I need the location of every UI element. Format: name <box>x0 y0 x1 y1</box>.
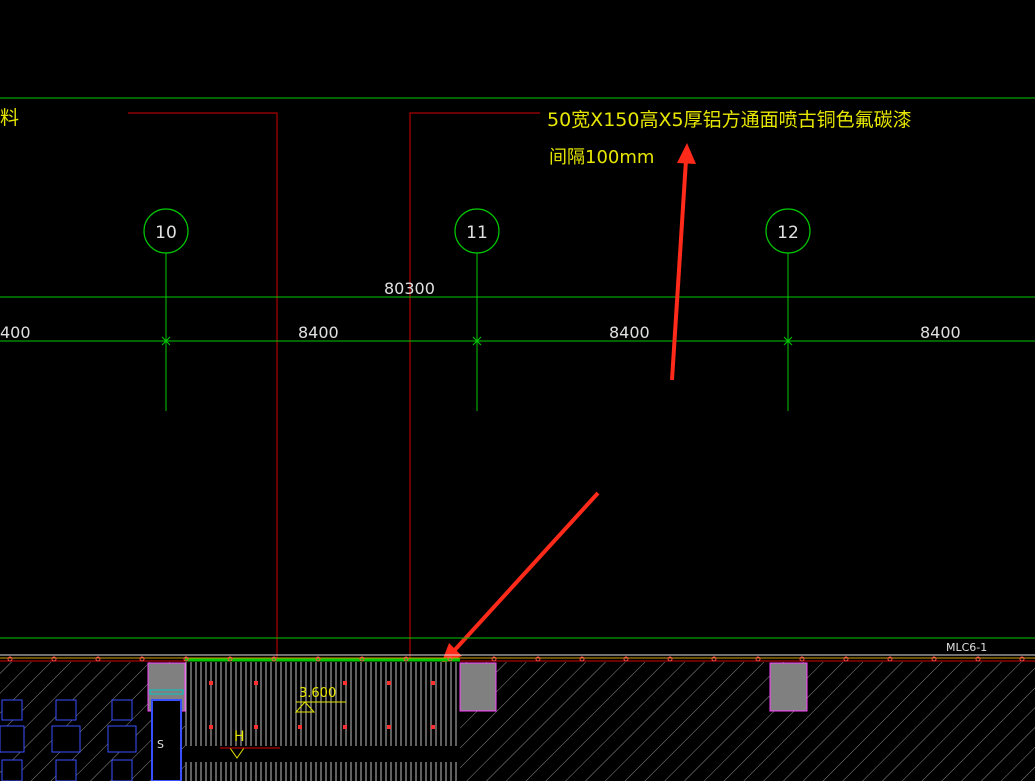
axis-label-11: 11 <box>466 223 488 243</box>
furniture-item <box>1 759 23 781</box>
overall-dimension-text: 80300 <box>384 279 435 298</box>
annotation-left-fragment: 料 <box>0 107 19 129</box>
grille-anchor <box>387 681 391 685</box>
annotation-material-line: 50宽X150高X5厚铝方通面喷古铜色氟碳漆 <box>547 109 912 131</box>
furniture-item <box>107 725 137 753</box>
furniture-item <box>51 725 81 753</box>
elevation-mark-text: 3.600 <box>299 686 336 701</box>
grille-anchor <box>298 725 302 729</box>
grille-anchor <box>343 725 347 729</box>
furniture-item <box>111 699 133 721</box>
door-tag: MLC6-1 <box>946 641 987 654</box>
grille-anchor <box>254 681 258 685</box>
grille-anchor <box>254 725 258 729</box>
cad-drawing[interactable]: 料 50宽X150高X5厚铝方通面喷古铜色氟碳漆 间隔100mm 80300 4… <box>0 0 1035 781</box>
axis-label-10: 10 <box>155 223 177 243</box>
grille-anchor <box>209 725 213 729</box>
grille-anchor <box>343 681 347 685</box>
grille-anchor <box>431 681 435 685</box>
furniture-item <box>55 759 77 781</box>
s-mark-text: S <box>157 738 164 751</box>
axis-label-12: 12 <box>777 223 799 243</box>
furniture-layout <box>0 699 137 781</box>
aluminum-grille-lower[interactable] <box>185 762 460 781</box>
bay-dimension-1: 400 <box>0 323 31 342</box>
aluminum-grille-upper[interactable] <box>185 662 460 746</box>
furniture-item <box>0 725 25 753</box>
furniture-item <box>111 759 133 781</box>
column-right[interactable] <box>769 662 808 712</box>
bay-dimension-4: 8400 <box>920 323 961 342</box>
grille-anchor <box>431 725 435 729</box>
grille-anchor <box>209 681 213 685</box>
column-mid[interactable] <box>459 662 497 712</box>
bay-dimension-3: 8400 <box>609 323 650 342</box>
grille-anchor <box>387 725 391 729</box>
annotation-spacing-line: 间隔100mm <box>549 147 654 168</box>
h-mark-text: H <box>234 729 245 745</box>
bay-dimension-2: 8400 <box>298 323 339 342</box>
furniture-item <box>55 699 77 721</box>
furniture-item <box>1 699 23 721</box>
